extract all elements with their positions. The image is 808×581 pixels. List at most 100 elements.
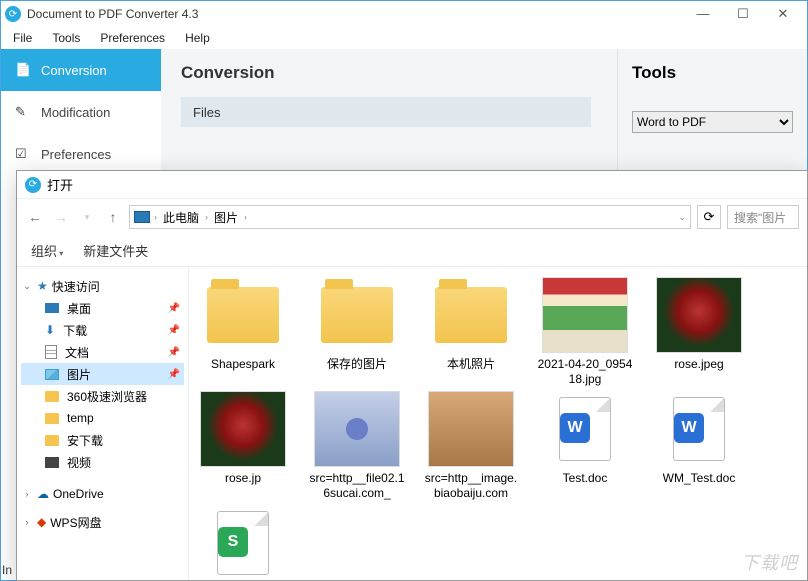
dialog-icon: ⟳ bbox=[25, 177, 41, 193]
tree-item[interactable]: 图片 📌 bbox=[21, 363, 184, 385]
file-grid: Shapespark 保存的图片 本机照片 2021-04-20_095418.… bbox=[189, 267, 807, 580]
organize-button[interactable]: 组织 bbox=[31, 241, 63, 260]
twisty-icon[interactable]: ⌄ bbox=[21, 281, 33, 292]
menu-bar: File Tools Preferences Help bbox=[1, 27, 807, 49]
path-sep-icon: › bbox=[154, 212, 157, 222]
desktop-icon bbox=[45, 303, 59, 313]
refresh-button[interactable]: ⟳ bbox=[697, 205, 721, 229]
folder-icon bbox=[45, 413, 59, 424]
wps-icon: ◆ bbox=[37, 515, 46, 529]
file-name: rose.jpeg bbox=[674, 357, 723, 372]
sidebar-item-preferences[interactable]: ☑ Preferences bbox=[1, 133, 161, 175]
minimize-button[interactable]: — bbox=[683, 6, 723, 22]
search-input[interactable]: 搜索"图片 bbox=[727, 205, 799, 229]
file-item[interactable]: rose.jp bbox=[195, 391, 291, 501]
tools-heading: Tools bbox=[632, 63, 793, 83]
file-name: 本机照片 bbox=[447, 357, 495, 372]
tree-item[interactable]: ⬇下载 📌 bbox=[21, 319, 184, 341]
pin-icon: 📌 bbox=[168, 303, 180, 314]
file-item[interactable]: 本机照片 bbox=[423, 277, 519, 387]
tree-label: 安下载 bbox=[67, 432, 103, 449]
path-segment[interactable]: 图片 bbox=[212, 209, 240, 226]
path-box[interactable]: › 此电脑 › 图片 › ⌄ bbox=[129, 205, 691, 229]
tree-label: 视频 bbox=[67, 454, 91, 471]
sidebar-item-conversion[interactable]: 📄 Conversion bbox=[1, 49, 161, 91]
file-item[interactable]: 2021-04-20_095418.jpg bbox=[537, 277, 633, 387]
sidebar-label: Modification bbox=[41, 105, 110, 120]
file-item[interactable]: S月度财务分析报表1.xlsx bbox=[195, 505, 291, 580]
maximize-button[interactable]: ☐ bbox=[723, 6, 763, 22]
tree-item[interactable]: 文档 📌 bbox=[21, 341, 184, 363]
sidebar-item-modification[interactable]: ✎ Modification bbox=[1, 91, 161, 133]
up-button[interactable]: ↑ bbox=[103, 209, 123, 225]
picture-icon bbox=[45, 369, 59, 380]
path-segment[interactable]: 此电脑 bbox=[161, 209, 201, 226]
video-icon bbox=[45, 457, 59, 468]
title-bar: ⟳ Document to PDF Converter 4.3 — ☐ ✕ bbox=[1, 1, 807, 27]
file-item[interactable]: WWM_Test.doc bbox=[651, 391, 747, 501]
file-name: rose.jp bbox=[225, 471, 261, 486]
file-item[interactable]: rose.jpeg bbox=[651, 277, 747, 387]
new-folder-button[interactable]: 新建文件夹 bbox=[83, 241, 148, 260]
file-item[interactable]: src=http__file02.16sucai.com_ bbox=[309, 391, 405, 501]
tree-label: 快速访问 bbox=[52, 278, 100, 295]
tool-select[interactable]: Word to PDF bbox=[632, 111, 793, 133]
download-icon: ⬇ bbox=[45, 323, 55, 337]
file-name: src=http__image.biaobaiju.com bbox=[423, 471, 519, 501]
menu-file[interactable]: File bbox=[5, 29, 40, 47]
main-heading: Conversion bbox=[181, 63, 597, 83]
pc-icon bbox=[134, 211, 150, 223]
file-name: WM_Test.doc bbox=[663, 471, 736, 486]
twisty-icon[interactable]: › bbox=[21, 517, 33, 527]
recent-dropdown[interactable]: ▾ bbox=[77, 212, 97, 223]
path-dropdown-icon[interactable]: ⌄ bbox=[678, 212, 686, 223]
pin-icon: 📌 bbox=[168, 347, 180, 358]
tree-item[interactable]: 安下载 bbox=[21, 429, 184, 451]
dialog-nav: ← → ▾ ↑ › 此电脑 › 图片 › ⌄ ⟳ 搜索"图片 bbox=[17, 199, 807, 235]
files-bar[interactable]: Files bbox=[181, 97, 591, 127]
close-button[interactable]: ✕ bbox=[763, 6, 803, 22]
file-item[interactable]: WTest.doc bbox=[537, 391, 633, 501]
tree-label: WPS网盘 bbox=[50, 514, 101, 531]
tree-wps[interactable]: › ◆ WPS网盘 bbox=[21, 511, 184, 533]
forward-button[interactable]: → bbox=[51, 209, 71, 225]
tree-item[interactable]: 视频 bbox=[21, 451, 184, 473]
tree-label: 桌面 bbox=[67, 300, 91, 317]
file-name: src=http__file02.16sucai.com_ bbox=[309, 471, 405, 501]
nav-tree: ⌄ ★ 快速访问 桌面 📌 ⬇ 下载 📌 文档 📌 图片 📌 360极速浏览器 t… bbox=[17, 267, 189, 580]
tree-onedrive[interactable]: › ☁ OneDrive bbox=[21, 483, 184, 505]
back-button[interactable]: ← bbox=[25, 209, 45, 225]
file-name: 2021-04-20_095418.jpg bbox=[537, 357, 633, 387]
file-item[interactable]: src=http__image.biaobaiju.com bbox=[423, 391, 519, 501]
tree-label: 文档 bbox=[65, 344, 89, 361]
menu-preferences[interactable]: Preferences bbox=[92, 29, 173, 47]
star-icon: ★ bbox=[37, 279, 48, 293]
path-sep-icon: › bbox=[244, 212, 247, 222]
file-open-dialog: ⟳ 打开 ← → ▾ ↑ › 此电脑 › 图片 › ⌄ ⟳ 搜索"图片 组织 新… bbox=[16, 170, 808, 581]
app-title: Document to PDF Converter 4.3 bbox=[27, 7, 683, 21]
dialog-title: 打开 bbox=[47, 175, 73, 194]
path-sep-icon: › bbox=[205, 212, 208, 222]
tree-item[interactable]: 360极速浏览器 bbox=[21, 385, 184, 407]
input-label-cut: In bbox=[2, 563, 12, 577]
preferences-icon: ☑ bbox=[15, 146, 31, 162]
tree-label: OneDrive bbox=[53, 487, 104, 501]
sidebar-label: Conversion bbox=[41, 63, 107, 78]
menu-help[interactable]: Help bbox=[177, 29, 218, 47]
file-item[interactable]: 保存的图片 bbox=[309, 277, 405, 387]
file-name: 保存的图片 bbox=[327, 357, 387, 372]
tree-item[interactable]: 桌面 📌 bbox=[21, 297, 184, 319]
tree-quick-access[interactable]: ⌄ ★ 快速访问 bbox=[21, 275, 184, 297]
tree-label: temp bbox=[67, 411, 94, 425]
menu-tools[interactable]: Tools bbox=[44, 29, 88, 47]
twisty-icon[interactable]: › bbox=[21, 489, 33, 499]
tree-label: 图片 bbox=[67, 366, 91, 383]
pin-icon: 📌 bbox=[168, 369, 180, 380]
dialog-title-bar: ⟳ 打开 bbox=[17, 171, 807, 199]
modification-icon: ✎ bbox=[15, 104, 31, 120]
file-item[interactable]: Shapespark bbox=[195, 277, 291, 387]
dialog-toolbar: 组织 新建文件夹 bbox=[17, 235, 807, 267]
tree-item[interactable]: temp bbox=[21, 407, 184, 429]
tree-label: 下载 bbox=[63, 322, 87, 339]
document-icon bbox=[45, 345, 57, 359]
